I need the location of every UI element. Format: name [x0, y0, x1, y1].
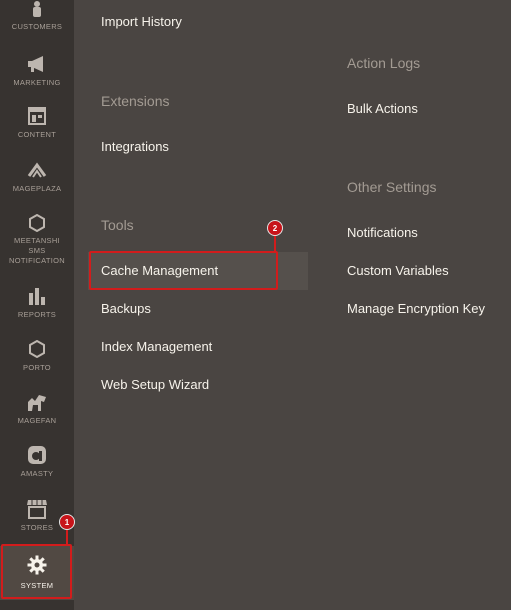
sidebar-item-label: MARKETING [13, 78, 61, 87]
sidebar-item-customers[interactable]: CUSTOMERS [0, 0, 74, 40]
bar-chart-icon [26, 286, 48, 306]
step-badge-1: 1 [59, 514, 75, 530]
callout-connector [66, 528, 68, 545]
sidebar-item-label: AMASTY [20, 469, 54, 478]
system-flyout-menu: Import History Extensions Integrations T… [74, 0, 511, 610]
hexagon-icon [26, 213, 48, 233]
menu-link-notifications[interactable]: Notifications [347, 225, 418, 240]
menu-heading-extensions: Extensions [101, 93, 170, 109]
customers-icon [26, 0, 48, 18]
store-icon [26, 499, 48, 519]
hexagon-icon [26, 339, 48, 359]
sidebar-item-porto[interactable]: PORTO [0, 339, 74, 379]
menu-heading-other-settings: Other Settings [347, 179, 437, 195]
menu-link-web-setup-wizard[interactable]: Web Setup Wizard [101, 377, 209, 392]
sidebar-item-label: CUSTOMERS [11, 22, 63, 31]
amasty-icon [26, 445, 48, 465]
sidebar-item-reports[interactable]: REPORTS [0, 286, 74, 326]
callout-box-cache-management [89, 251, 278, 290]
sidebar-item-marketing[interactable]: MARKETING [0, 54, 74, 94]
menu-heading-action-logs: Action Logs [347, 55, 421, 71]
sidebar-item-label: CONTENT [17, 130, 57, 139]
menu-link-manage-encryption-key[interactable]: Manage Encryption Key [347, 301, 485, 316]
sidebar-item-label: MAGEPLAZA [12, 184, 62, 193]
sidebar-item-label: REPORTS [17, 310, 57, 319]
sidebar-item-label: STORES [20, 523, 54, 532]
sidebar-item-amasty[interactable]: AMASTY [0, 445, 74, 485]
sidebar-item-mageplaza[interactable]: MAGEPLAZA [0, 160, 74, 200]
menu-link-backups[interactable]: Backups [101, 301, 151, 316]
sidebar-item-magefan[interactable]: MAGEFAN [0, 392, 74, 432]
step-badge-2: 2 [267, 220, 283, 236]
menu-link-custom-variables[interactable]: Custom Variables [347, 263, 449, 278]
mageplaza-icon [26, 160, 48, 180]
menu-link-integrations[interactable]: Integrations [101, 139, 169, 154]
sidebar-item-meetanshi-sms[interactable]: MEETANSHI SMS NOTIFICATION [0, 213, 74, 275]
callout-box-system [1, 544, 72, 599]
sidebar-item-content[interactable]: CONTENT [0, 106, 74, 146]
content-icon [26, 106, 48, 126]
callout-connector [274, 234, 276, 252]
menu-heading-tools: Tools [101, 217, 134, 233]
menu-link-import-history[interactable]: Import History [101, 14, 182, 29]
sidebar-item-label: PORTO [23, 363, 51, 372]
megaphone-icon [26, 54, 48, 74]
magefan-icon [26, 392, 48, 412]
sidebar-item-label: MEETANSHI SMS NOTIFICATION [9, 236, 65, 265]
admin-app: CUSTOMERS MARKETING CONTENT MAGEPLAZA ME [0, 0, 511, 610]
sidebar-item-label: MAGEFAN [17, 416, 57, 425]
menu-link-bulk-actions[interactable]: Bulk Actions [347, 101, 418, 116]
menu-link-index-management[interactable]: Index Management [101, 339, 212, 354]
